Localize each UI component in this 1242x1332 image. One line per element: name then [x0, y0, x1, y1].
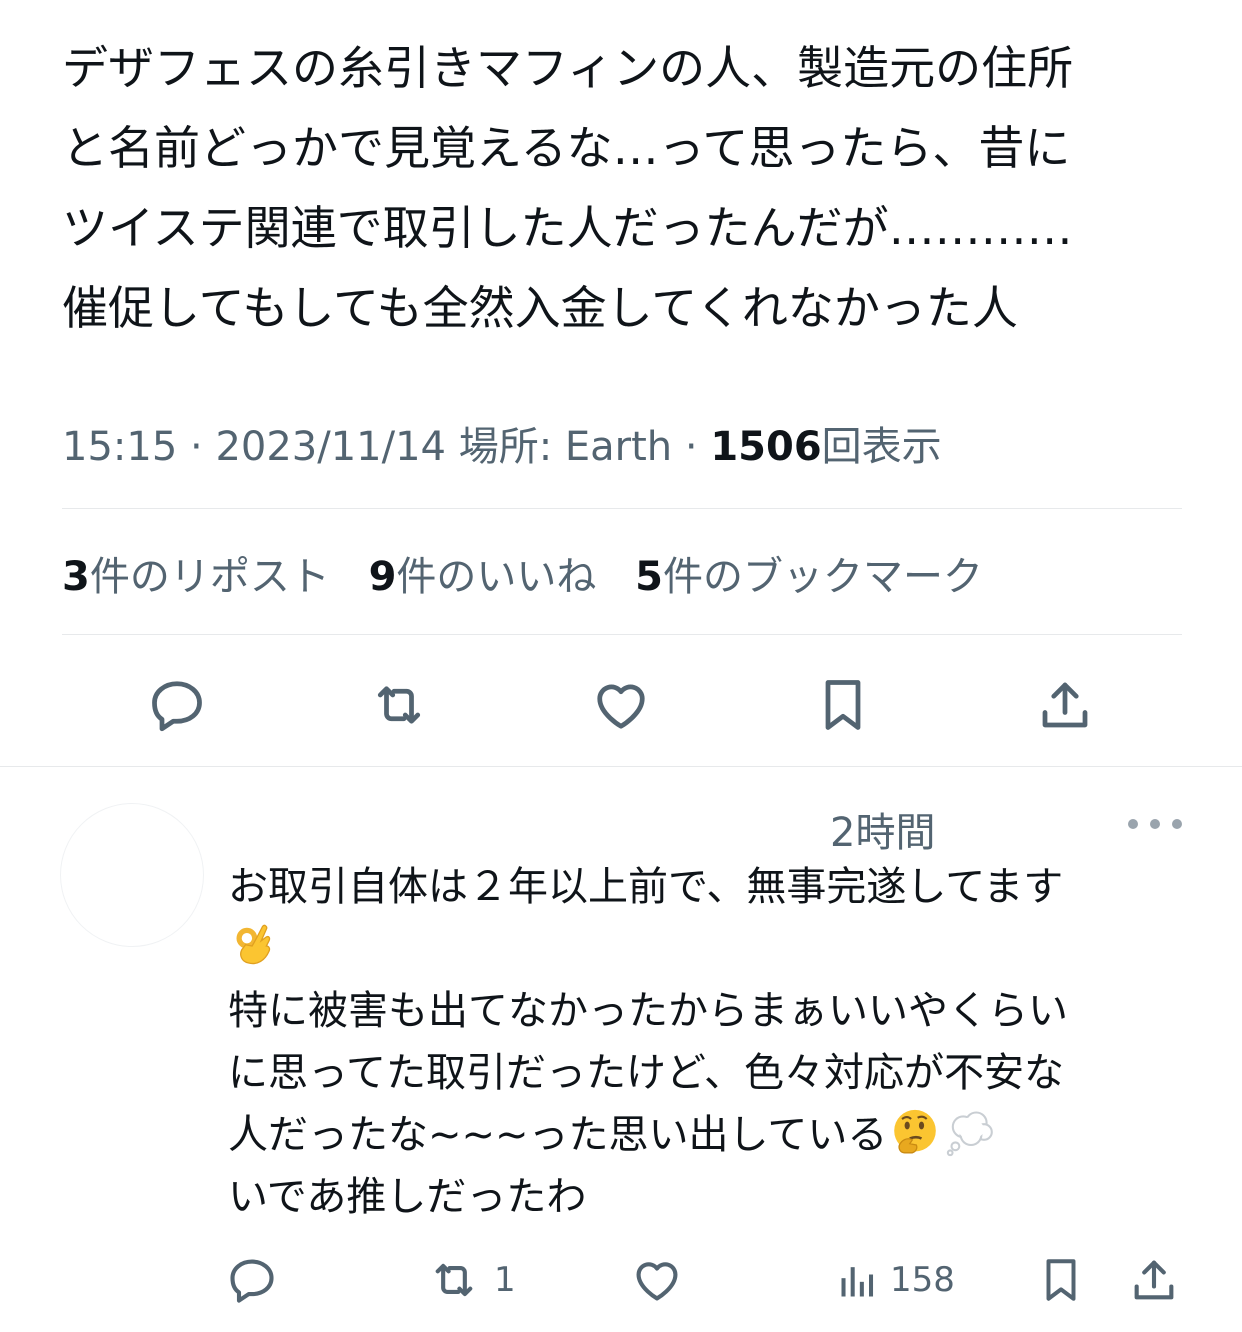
more-dot — [1150, 819, 1160, 829]
more-dot — [1172, 819, 1182, 829]
likes-stat[interactable]: 9件のいいね — [369, 554, 597, 600]
engagement-stats: 3件のリポスト 9件のいいね 5件のブックマーク — [62, 544, 1009, 602]
bookmarks-stat[interactable]: 5件のブックマーク — [635, 554, 983, 600]
reposts-stat[interactable]: 3件のリポスト — [62, 554, 330, 600]
views-label: 回表示 — [821, 424, 942, 470]
repost-icon — [435, 1263, 473, 1297]
reply-reply-button[interactable] — [226, 1252, 278, 1308]
reply-line: 特に被害も出てなかったからまぁいいやくらい — [228, 988, 1068, 1034]
thought-balloon-emoji — [947, 1111, 994, 1157]
views-count: 158 — [890, 1260, 955, 1300]
avatar[interactable] — [60, 803, 204, 947]
reply-repost-button[interactable]: 1 — [424, 1252, 516, 1308]
analytics-icon — [841, 1267, 874, 1297]
tweet-time[interactable]: 15:15 — [62, 424, 177, 470]
divider — [62, 634, 1182, 635]
section-divider — [0, 766, 1242, 767]
tweet-date[interactable]: 2023/11/14 — [215, 424, 446, 470]
views-count: 1506 — [710, 424, 822, 470]
more-dot — [1128, 819, 1138, 829]
repost-icon — [377, 686, 421, 724]
like-icon — [636, 1262, 678, 1301]
reply-icon — [230, 1259, 274, 1303]
share-icon — [1134, 1260, 1174, 1300]
like-button[interactable] — [586, 670, 656, 740]
reply-line: お取引自体は２年以上前で、無事完遂してます — [228, 864, 1064, 910]
reply-views-button[interactable]: 158 — [836, 1252, 955, 1308]
separator: · — [190, 424, 216, 470]
separator: · — [684, 424, 711, 470]
reply-line: に思ってた取引だったけど、色々対応が不安な — [228, 1050, 1064, 1096]
repost-button[interactable] — [364, 670, 434, 740]
divider — [62, 508, 1182, 509]
reply-button[interactable] — [142, 670, 212, 740]
reply-line: いであ推しだったわ — [228, 1174, 587, 1220]
tweet-location: 場所: Earth — [458, 424, 673, 470]
more-options-button[interactable] — [1128, 806, 1182, 842]
thinking-face-emoji — [894, 1109, 937, 1154]
bookmark-icon — [825, 680, 861, 730]
repost-count: 1 — [494, 1260, 516, 1300]
reply-bookmark-button[interactable] — [1036, 1252, 1086, 1308]
tweet-action-bar — [0, 670, 1242, 740]
reply-line: 人だったな~~~った思い出している — [228, 1112, 888, 1158]
share-button[interactable] — [1030, 670, 1100, 740]
reply-icon — [152, 681, 202, 732]
bookmark-icon — [1046, 1259, 1076, 1301]
ok-hand-emoji — [236, 924, 271, 965]
reply-action-bar: 1 158 — [0, 1252, 1242, 1308]
reply-text: お取引自体は２年以上前で、無事完遂してます 特に被害も出てなかったからまぁいいや… — [228, 856, 1188, 1228]
like-icon — [597, 684, 645, 729]
share-icon — [1042, 682, 1088, 728]
reply-timestamp[interactable]: 2時間 — [830, 800, 935, 858]
bookmark-button[interactable] — [808, 670, 878, 740]
reply-line-emoji — [228, 918, 1188, 980]
reply-share-button[interactable] — [1128, 1252, 1180, 1308]
reply-like-button[interactable] — [630, 1252, 684, 1308]
tweet-metadata: 15:15 · 2023/11/14 場所: Earth · 1506回表示 — [62, 414, 942, 472]
tweet-text: デザフェスの糸引きマフィンの人、製造元の住所 と名前どっかで見覚えるな…って思っ… — [62, 41, 1074, 335]
reply-line-with-emoji: 人だったな~~~った思い出している — [228, 1104, 1188, 1166]
